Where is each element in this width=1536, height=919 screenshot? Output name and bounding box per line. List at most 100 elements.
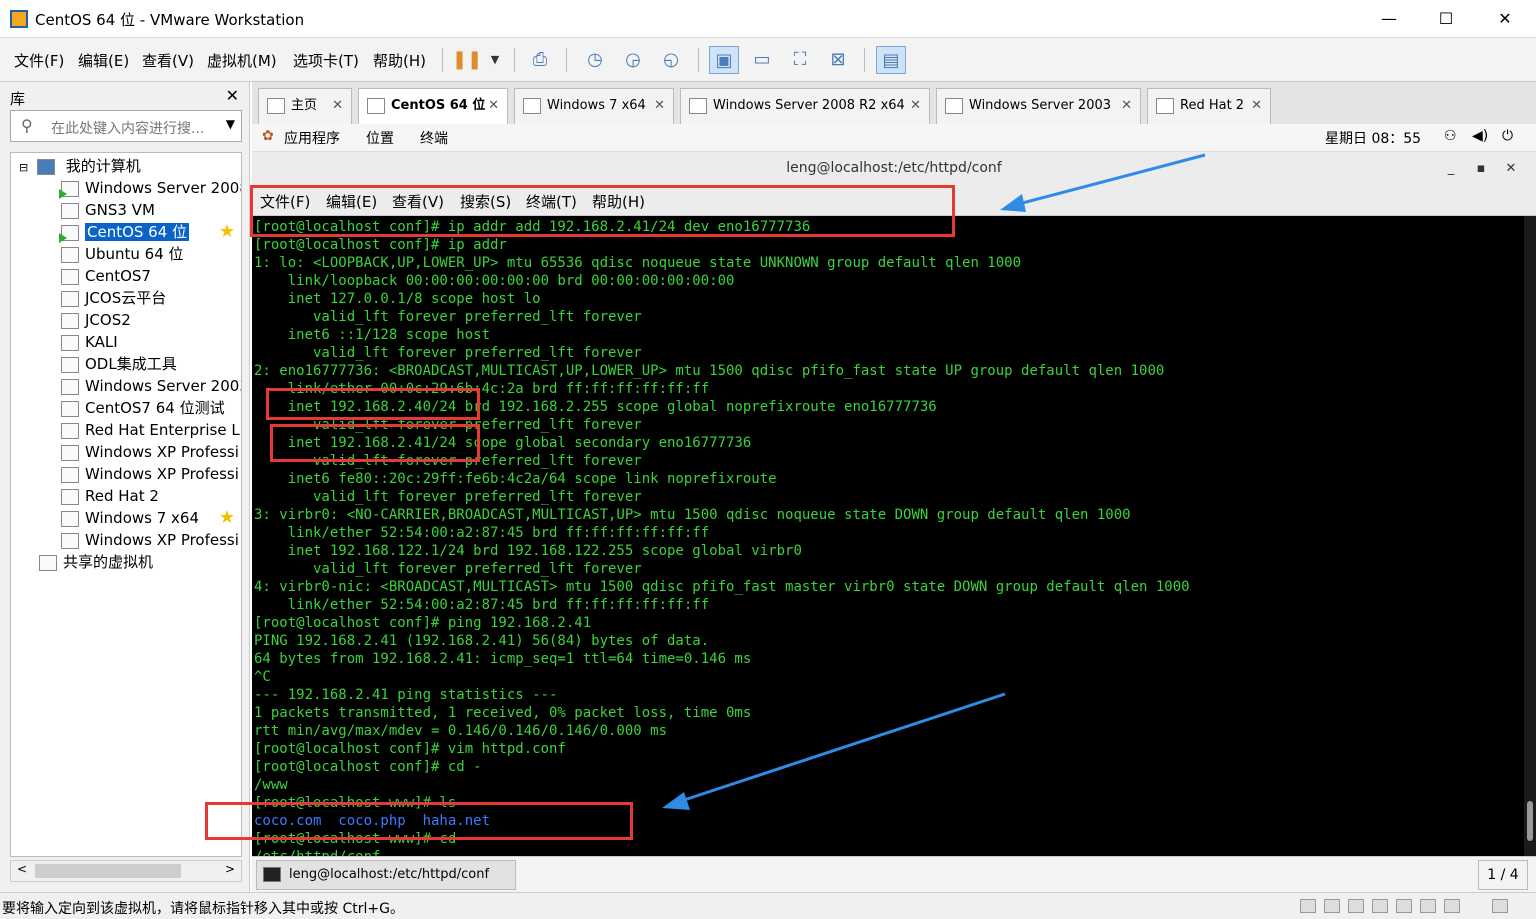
menu-tabs[interactable]: 选项卡(T) [293, 50, 359, 71]
cd-drive-icon[interactable] [1324, 899, 1340, 913]
gnome-places-menu[interactable]: 位置 [366, 128, 394, 148]
tree-item-vm[interactable]: Windows 7 x64 [61, 507, 199, 529]
scrollbar-thumb[interactable] [1527, 801, 1533, 841]
tree-item-vm[interactable]: Windows XP Professi [61, 463, 239, 485]
menu-file[interactable]: 文件(F) [14, 50, 64, 71]
display-icon[interactable] [1444, 899, 1460, 913]
menu-bar: 文件(F) 编辑(E) 查看(V) 虚拟机(M) 选项卡(T) 帮助(H) ❚❚… [0, 38, 1536, 82]
resize-grip-icon[interactable] [1492, 899, 1508, 913]
send-ctrl-alt-del-icon[interactable]: ⎙ [525, 46, 555, 74]
menu-help[interactable]: 帮助(H) [373, 50, 426, 71]
close-button[interactable]: ✕ [1482, 4, 1528, 34]
tree-item-vm[interactable]: JCOS2 [61, 309, 131, 331]
tree-item-vm[interactable]: GNS3 VM [61, 199, 155, 221]
printer-icon[interactable] [1420, 899, 1436, 913]
tree-item-vm[interactable]: Windows Server 2008 [59, 177, 241, 199]
chevron-down-icon[interactable]: ▼ [480, 46, 510, 74]
terminal-line: link/loopback 00:00:00:00:00:00 brd 00:0… [254, 273, 735, 289]
tab-label: 主页 [291, 98, 318, 113]
library-search-input[interactable]: ⚲ 在此处键入内容进行搜... ▼ [10, 110, 242, 142]
tab-home[interactable]: 主页 ✕ [258, 88, 352, 124]
close-icon[interactable]: ✕ [654, 89, 665, 123]
show-library-icon[interactable]: ▣ [709, 46, 739, 74]
fullscreen-icon[interactable]: ⛶ [785, 46, 815, 74]
terminal-titlebar: leng@localhost:/etc/httpd/conf _ ▪ ✕ [252, 152, 1536, 185]
tree-item-label: Windows XP Professi [85, 531, 239, 549]
tab-winserver2003[interactable]: Windows Server 2003 ✕ [936, 88, 1141, 124]
gnome-applications-menu[interactable]: 应用程序 [284, 128, 340, 148]
close-icon[interactable]: ✕ [226, 86, 239, 105]
vm-running-icon [59, 224, 79, 243]
tab-label: Red Hat 2 [1180, 98, 1245, 113]
close-icon[interactable]: ✕ [1121, 89, 1132, 123]
tree-item-vm[interactable]: KALI [61, 331, 118, 353]
menu-edit[interactable]: 编辑(E) [78, 50, 129, 71]
gnome-terminal-menu[interactable]: 终端 [420, 128, 448, 148]
minimize-button[interactable]: — [1366, 4, 1412, 34]
toolbar-separator [698, 48, 699, 72]
tab-centos[interactable]: CentOS 64 位 ✕ [358, 88, 508, 124]
pause-icon[interactable]: ❚❚ [452, 46, 482, 74]
power-icon[interactable]: ⏻ [1502, 128, 1513, 144]
hard-disk-icon[interactable] [1300, 899, 1316, 913]
thumbnail-bar-icon[interactable]: ▤ [876, 46, 906, 74]
annotation-box-ls [205, 802, 633, 840]
close-icon[interactable]: ✕ [332, 89, 343, 123]
tree-item-vm[interactable]: CentOS7 64 位测试 [61, 397, 225, 419]
tree-root-my-computer[interactable]: ⊟ 我的计算机 [19, 155, 141, 177]
tree-item-vm[interactable]: Red Hat Enterprise Li [61, 419, 241, 441]
collapse-icon[interactable]: ⊟ [19, 161, 28, 174]
computer-icon [37, 158, 55, 175]
console-view-icon[interactable]: ▭ [747, 46, 777, 74]
toolbar-separator [442, 48, 443, 72]
unity-icon[interactable]: ⊠ [823, 46, 853, 74]
search-placeholder: 在此处键入内容进行搜... [51, 121, 205, 137]
terminal-line: /etc/httpd/conf [254, 848, 380, 856]
usb-icon[interactable] [1372, 899, 1388, 913]
tab-redhat2[interactable]: Red Hat 2 ✕ [1147, 88, 1271, 124]
terminal-line: link/ether 52:54:00:a2:87:45 brd ff:ff:f… [254, 597, 710, 613]
tree-item-vm[interactable]: Windows XP Professi [61, 529, 239, 551]
workspace-indicator[interactable]: 1 / 4 [1478, 860, 1528, 890]
network-adapter-icon[interactable] [1348, 899, 1364, 913]
sound-icon[interactable] [1396, 899, 1412, 913]
menu-view[interactable]: 查看(V) [142, 50, 194, 71]
close-icon[interactable]: ✕ [1251, 89, 1262, 123]
taskbar-terminal-item[interactable]: leng@localhost:/etc/httpd/conf [256, 860, 516, 890]
scrollbar-thumb[interactable] [35, 864, 181, 878]
close-icon[interactable]: ✕ [910, 89, 921, 123]
vm-icon [367, 98, 385, 114]
close-icon[interactable]: ✕ [488, 89, 499, 123]
library-horizontal-scrollbar[interactable]: < > [10, 860, 242, 882]
tree-item-vm[interactable]: ODL集成工具 [61, 353, 177, 375]
tree-item-vm[interactable]: Ubuntu 64 位 [61, 243, 184, 265]
menu-vm[interactable]: 虚拟机(M) [207, 50, 277, 71]
tree-item-vm[interactable]: Windows XP Professi [61, 441, 239, 463]
terminal-close-button[interactable]: ✕ [1496, 152, 1526, 185]
snapshot-manager-icon[interactable]: ◵ [656, 46, 686, 74]
terminal-line: --- 192.168.2.41 ping statistics --- [254, 687, 558, 703]
tab-winserver2008[interactable]: Windows Server 2008 R2 x64 ✕ [680, 88, 930, 124]
tree-item-vm[interactable]: Red Hat 2 [61, 485, 159, 507]
terminal-scrollbar[interactable] [1524, 216, 1536, 856]
chevron-down-icon[interactable]: ▼ [226, 117, 235, 131]
tree-item-vm[interactable]: Windows Server 2003 [61, 375, 241, 397]
tree-item-vm-selected[interactable]: CentOS 64 位 [59, 221, 190, 243]
network-icon[interactable]: ⚇ [1444, 128, 1457, 144]
maximize-button[interactable]: ☐ [1423, 4, 1469, 34]
terminal-maximize-button[interactable]: ▪ [1466, 152, 1496, 185]
gnome-clock[interactable]: 星期日 08：55 [1325, 128, 1421, 148]
tree-item-vm[interactable]: CentOS7 [61, 265, 151, 287]
terminal-line: valid_lft forever preferred_lft forever [254, 489, 642, 505]
tab-windows7[interactable]: Windows 7 x64 ✕ [514, 88, 674, 124]
scroll-right-icon[interactable]: > [225, 862, 235, 876]
tree-item-vm[interactable]: JCOS云平台 [61, 287, 166, 309]
snapshot-icon[interactable]: ◷ [580, 46, 610, 74]
guest-display[interactable]: ✿ 应用程序 位置 终端 星期日 08：55 ⚇ ◀) ⏻ leng@local… [252, 124, 1536, 892]
tree-item-shared[interactable]: 共享的虚拟机 [39, 551, 153, 573]
volume-icon[interactable]: ◀) [1472, 128, 1488, 144]
terminal-output[interactable]: [root@localhost conf]# ip addr add 192.1… [252, 216, 1524, 856]
revert-snapshot-icon[interactable]: ◶ [618, 46, 648, 74]
scroll-left-icon[interactable]: < [17, 862, 27, 876]
terminal-minimize-button[interactable]: _ [1436, 152, 1466, 185]
